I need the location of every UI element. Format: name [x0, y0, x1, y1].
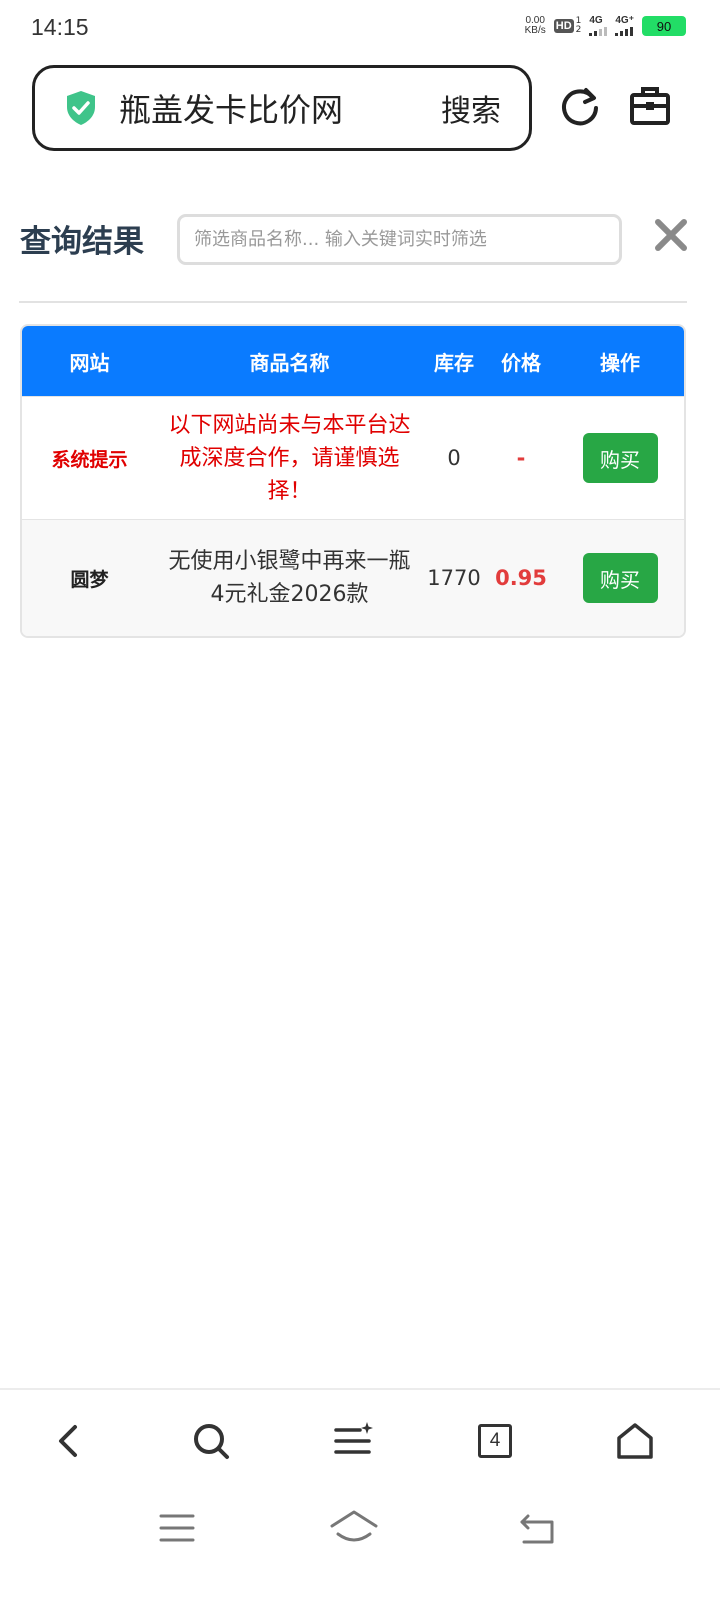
- close-icon[interactable]: [652, 216, 690, 254]
- status-bar: 14:15 0.00 KB/s HD 1 2 4G 4G⁺ 90: [0, 0, 720, 56]
- table-row: 系统提示 以下网站尚未与本平台达成深度合作，请谨慎选择！ 0 - 购买: [22, 396, 684, 519]
- header-action: 操作: [600, 350, 640, 375]
- cell-price: 0.95: [495, 566, 547, 590]
- status-indicators: 0.00 KB/s HD 1 2 4G 4G⁺ 90: [525, 16, 686, 36]
- cell-action: 购买: [556, 553, 684, 603]
- cell-site: 系统提示: [51, 448, 128, 471]
- net-speed: 0.00 KB/s: [525, 16, 546, 36]
- cell-stock: 0: [447, 446, 461, 470]
- search-button[interactable]: 搜索: [441, 86, 501, 130]
- status-time: 14:15: [31, 14, 89, 40]
- cell-price: -: [516, 446, 526, 470]
- divider: [19, 301, 687, 303]
- shield-check-icon: [67, 91, 95, 125]
- cell-site: 圆梦: [70, 568, 109, 591]
- system-back-icon[interactable]: [518, 1508, 558, 1548]
- table-header: 网站 商品名称 库存 价格 操作: [22, 326, 684, 396]
- tabs-icon[interactable]: 4: [474, 1420, 516, 1462]
- header-name: 商品名称: [249, 350, 330, 375]
- buy-button[interactable]: 购买: [582, 553, 658, 603]
- hd-sub-bottom: 2: [575, 25, 582, 35]
- hd-sub: 1 2: [576, 17, 582, 35]
- toolbox-icon[interactable]: [628, 84, 672, 128]
- browser-bottom-nav: 4: [0, 1388, 720, 1488]
- cell-name: 无使用小银鹭中再来一瓶4元礼金2026款: [168, 549, 411, 607]
- signal-icon-1: 4G: [589, 15, 608, 36]
- net-speed-unit: KB/s: [524, 25, 546, 36]
- table-row: 圆梦 无使用小银鹭中再来一瓶4元礼金2026款 1770 0.95 购买: [22, 519, 684, 636]
- site-name: 瓶盖发卡比价网: [119, 91, 344, 129]
- signal-icon-2: 4G⁺: [615, 16, 634, 36]
- back-icon[interactable]: [48, 1420, 90, 1462]
- result-title: 查询结果: [20, 224, 144, 260]
- results-table: 网站 商品名称 库存 价格 操作 系统提示 以下网站尚未与本平台达成深度合作，请…: [20, 324, 686, 638]
- filter-input[interactable]: [177, 214, 622, 265]
- refresh-icon[interactable]: [558, 84, 602, 128]
- header-price: 价格: [501, 350, 541, 375]
- battery-icon: 90: [642, 16, 686, 36]
- tabs-count: 4: [478, 1424, 512, 1458]
- cell-stock: 1770: [427, 566, 481, 590]
- system-nav-bar: [0, 1490, 720, 1600]
- buy-button[interactable]: 购买: [582, 433, 658, 483]
- signal-1-label: 4G: [589, 15, 603, 26]
- cell-action: 购买: [556, 433, 684, 483]
- signal-2-label: 4G⁺: [615, 15, 634, 26]
- search-icon[interactable]: [190, 1420, 232, 1462]
- recent-apps-icon[interactable]: [157, 1508, 197, 1548]
- system-home-icon[interactable]: [330, 1508, 378, 1548]
- header-site: 网站: [69, 350, 110, 375]
- address-bar[interactable]: 瓶盖发卡比价网 搜索: [32, 65, 532, 151]
- header-stock: 库存: [434, 350, 474, 375]
- cell-name: 以下网站尚未与本平台达成深度合作，请谨慎选择！: [168, 412, 411, 504]
- home-icon[interactable]: [614, 1420, 656, 1462]
- menu-sparkle-icon[interactable]: [332, 1420, 374, 1462]
- hd-icon: HD: [553, 19, 574, 33]
